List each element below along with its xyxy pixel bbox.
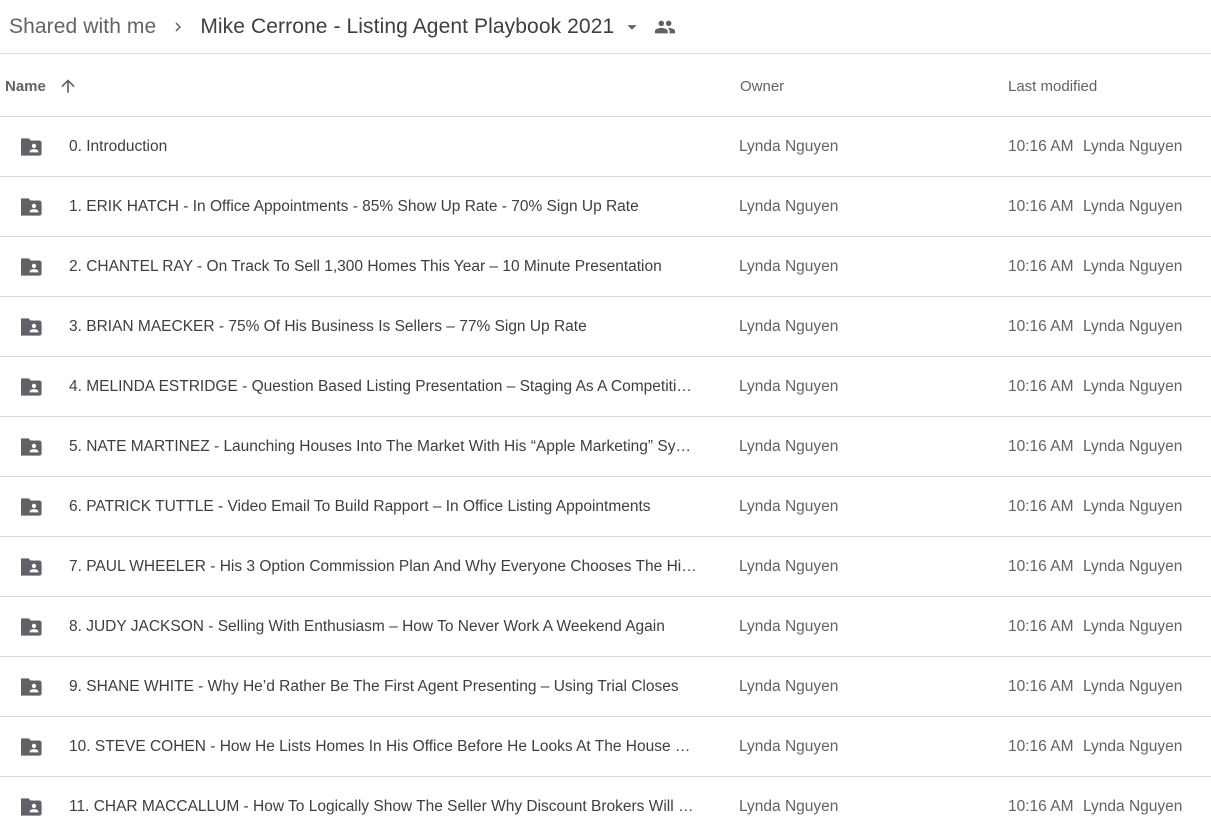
file-row[interactable]: 4. MELINDA ESTRIDGE - Question Based Lis… [0, 357, 1211, 417]
file-name: 3. BRIAN MAECKER - 75% Of His Business I… [69, 318, 587, 335]
modified-by: Lynda Nguyen [1083, 378, 1183, 395]
modified-time: 10:16 AM [1008, 198, 1074, 215]
modified-by: Lynda Nguyen [1083, 618, 1183, 635]
file-name: 4. MELINDA ESTRIDGE - Question Based Lis… [69, 378, 692, 395]
shared-folder-icon [19, 434, 47, 460]
modified-by: Lynda Nguyen [1083, 798, 1183, 815]
column-header-owner: Owner [740, 77, 785, 95]
file-name: 7. PAUL WHEELER - His 3 Option Commissio… [69, 558, 697, 575]
file-owner: Lynda Nguyen [739, 138, 839, 155]
column-header-name-label: Name [5, 77, 46, 95]
file-name: 10. STEVE COHEN - How He Lists Homes In … [69, 738, 691, 755]
file-name: 11. CHAR MACCALLUM - How To Logically Sh… [69, 798, 694, 815]
shared-folder-icon [19, 734, 47, 760]
modified-time: 10:16 AM [1008, 318, 1074, 335]
shared-folder-icon [19, 314, 47, 340]
file-owner: Lynda Nguyen [739, 618, 839, 635]
shared-folder-icon [19, 254, 47, 280]
shared-folder-icon [19, 374, 47, 400]
file-row[interactable]: 9. SHANE WHITE - Why He’d Rather Be The … [0, 657, 1211, 717]
file-owner: Lynda Nguyen [739, 678, 839, 695]
shared-folder-icon [19, 494, 47, 520]
file-owner: Lynda Nguyen [739, 258, 839, 275]
caret-down-icon[interactable] [614, 0, 650, 54]
file-owner: Lynda Nguyen [739, 498, 839, 515]
modified-by: Lynda Nguyen [1083, 138, 1183, 155]
modified-time: 10:16 AM [1008, 798, 1074, 815]
breadcrumb-shared-with-me[interactable]: Shared with me [9, 15, 156, 39]
column-header-name[interactable]: Name [5, 55, 78, 117]
file-row[interactable]: 5. NATE MARTINEZ - Launching Houses Into… [0, 417, 1211, 477]
file-row[interactable]: 2. CHANTEL RAY - On Track To Sell 1,300 … [0, 237, 1211, 297]
modified-time: 10:16 AM [1008, 558, 1074, 575]
breadcrumb-current-folder[interactable]: Mike Cerrone - Listing Agent Playbook 20… [200, 15, 614, 39]
file-row[interactable]: 11. CHAR MACCALLUM - How To Logically Sh… [0, 777, 1211, 834]
shared-folder-icon [19, 614, 47, 640]
modified-by: Lynda Nguyen [1083, 258, 1183, 275]
modified-time: 10:16 AM [1008, 678, 1074, 695]
file-list: 0. Introduction Lynda Nguyen 10:16 AM Lynda… [0, 117, 1211, 834]
column-header-row: Name Owner Last modified [0, 55, 1211, 117]
file-name: 9. SHANE WHITE - Why He’d Rather Be The … [69, 678, 679, 695]
file-name: 1. ERIK HATCH - In Office Appointments -… [69, 198, 639, 215]
modified-by: Lynda Nguyen [1083, 738, 1183, 755]
file-owner: Lynda Nguyen [739, 198, 839, 215]
modified-by: Lynda Nguyen [1083, 558, 1183, 575]
shared-folder-icon [19, 194, 47, 220]
file-row[interactable]: 3. BRIAN MAECKER - 75% Of His Business I… [0, 297, 1211, 357]
modified-by: Lynda Nguyen [1083, 498, 1183, 515]
modified-time: 10:16 AM [1008, 438, 1074, 455]
modified-by: Lynda Nguyen [1083, 198, 1183, 215]
shared-folder-icon [19, 794, 47, 820]
chevron-right-icon [156, 0, 200, 54]
modified-time: 10:16 AM [1008, 258, 1074, 275]
file-name: 8. JUDY JACKSON - Selling With Enthusias… [69, 618, 665, 635]
file-owner: Lynda Nguyen [739, 558, 839, 575]
file-row[interactable]: 10. STEVE COHEN - How He Lists Homes In … [0, 717, 1211, 777]
file-owner: Lynda Nguyen [739, 738, 839, 755]
column-header-last-modified[interactable]: Last modified [1008, 55, 1097, 117]
breadcrumb: Shared with me Mike Cerrone - Listing Ag… [0, 0, 1211, 54]
file-name: 0. Introduction [69, 138, 168, 155]
file-name: 2. CHANTEL RAY - On Track To Sell 1,300 … [69, 258, 662, 275]
modified-by: Lynda Nguyen [1083, 678, 1183, 695]
modified-by: Lynda Nguyen [1083, 438, 1183, 455]
modified-time: 10:16 AM [1008, 738, 1074, 755]
file-row[interactable]: 7. PAUL WHEELER - His 3 Option Commissio… [0, 537, 1211, 597]
file-row[interactable]: 0. Introduction Lynda Nguyen 10:16 AM Lynda… [0, 117, 1211, 177]
modified-time: 10:16 AM [1008, 618, 1074, 635]
modified-time: 10:16 AM [1008, 498, 1074, 515]
arrow-up-icon[interactable] [58, 76, 78, 96]
shared-folder-icon [19, 674, 47, 700]
file-owner: Lynda Nguyen [739, 438, 839, 455]
file-name: 6. PATRICK TUTTLE - Video Email To Build… [69, 498, 651, 515]
shared-folder-icon [19, 134, 47, 160]
modified-by: Lynda Nguyen [1083, 318, 1183, 335]
file-row[interactable]: 6. PATRICK TUTTLE - Video Email To Build… [0, 477, 1211, 537]
file-row[interactable]: 8. JUDY JACKSON - Selling With Enthusias… [0, 597, 1211, 657]
file-name: 5. NATE MARTINEZ - Launching Houses Into… [69, 438, 691, 455]
file-owner: Lynda Nguyen [739, 318, 839, 335]
file-owner: Lynda Nguyen [739, 798, 839, 815]
modified-time: 10:16 AM [1008, 378, 1074, 395]
file-row[interactable]: 1. ERIK HATCH - In Office Appointments -… [0, 177, 1211, 237]
file-owner: Lynda Nguyen [739, 378, 839, 395]
modified-time: 10:16 AM [1008, 138, 1074, 155]
people-icon[interactable] [650, 0, 680, 54]
shared-folder-icon [19, 554, 47, 580]
